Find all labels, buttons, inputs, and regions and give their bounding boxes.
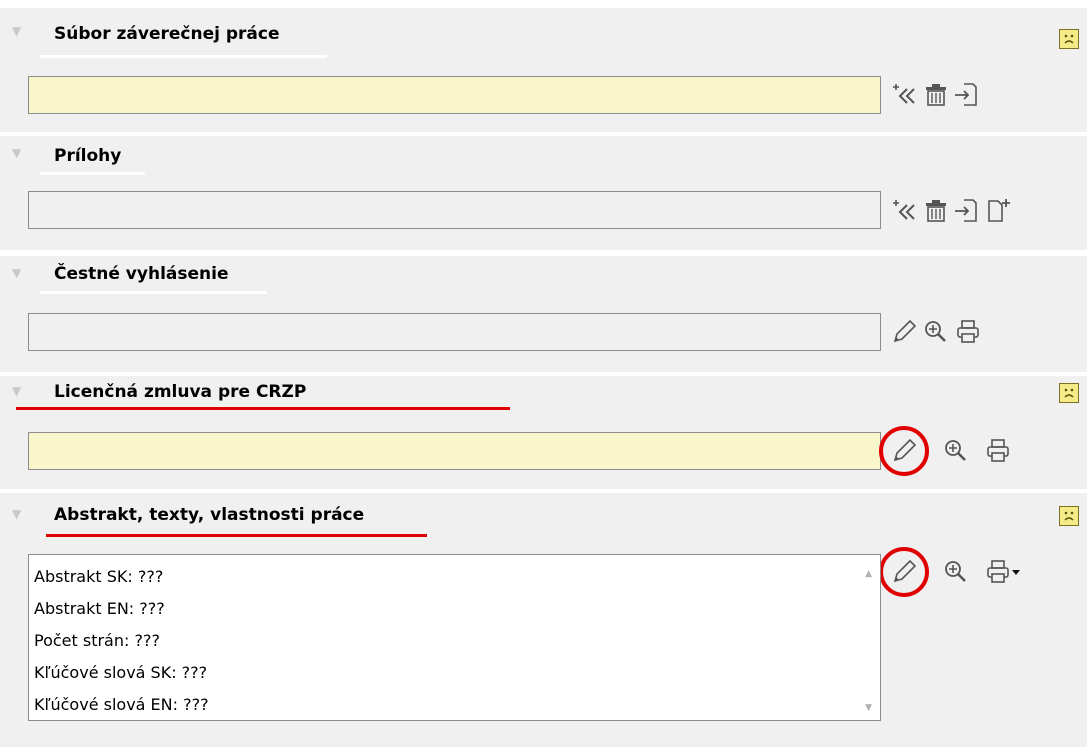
abstract-line: Počet strán: ???: [34, 631, 160, 650]
annotation-underline: [46, 534, 427, 537]
sad-face-icon: [1059, 383, 1079, 403]
section-title: Abstrakt, texty, vlastnosti práce: [54, 505, 365, 525]
abstract-line: Kľúčové slová EN: ???: [34, 695, 209, 714]
section-title: Prílohy: [54, 146, 122, 166]
section-attachments: ▼ Prílohy: [0, 136, 1087, 250]
section-thesis-file: ▼ Súbor záverečnej práce: [0, 8, 1087, 132]
section-title: Čestné vyhlásenie: [54, 264, 229, 284]
zoom-icon[interactable]: [943, 438, 969, 464]
new-file-icon[interactable]: [985, 198, 1011, 224]
delete-icon[interactable]: [923, 198, 949, 224]
abstract-line: Abstrakt EN: ???: [34, 599, 165, 618]
collapse-toggle-icon[interactable]: ▼: [12, 24, 21, 38]
sad-face-icon: [1059, 29, 1079, 49]
import-icon[interactable]: [953, 82, 979, 108]
scroll-up-arrow-icon[interactable]: ▲: [865, 569, 872, 579]
collapse-toggle-icon[interactable]: ▼: [12, 507, 21, 521]
declaration-field[interactable]: [28, 313, 881, 351]
license-field[interactable]: [28, 432, 881, 470]
print-dropdown-icon[interactable]: [985, 559, 1025, 585]
collapse-toggle-icon[interactable]: ▼: [12, 146, 21, 160]
sad-face-icon: [1059, 506, 1079, 526]
section-declaration: ▼ Čestné vyhlásenie: [0, 256, 1087, 372]
import-icon[interactable]: [953, 198, 979, 224]
abstract-line: Abstrakt SK: ???: [34, 567, 164, 586]
scroll-down-arrow-icon[interactable]: ▼: [865, 703, 872, 713]
collapse-toggle-icon[interactable]: ▼: [12, 384, 21, 398]
zoom-icon[interactable]: [943, 559, 969, 585]
section-title: Súbor záverečnej práce: [54, 24, 280, 44]
annotation-circle: [879, 426, 929, 476]
attachments-field[interactable]: [28, 191, 881, 229]
abstract-line: Kľúčové slová SK: ???: [34, 663, 208, 682]
abstract-textarea[interactable]: Abstrakt SK: ??? Abstrakt EN: ??? Počet …: [28, 554, 881, 721]
add-icon[interactable]: [893, 82, 919, 108]
edit-icon[interactable]: [891, 319, 917, 345]
thesis-file-field[interactable]: [28, 76, 881, 114]
section-title: Licenčná zmluva pre CRZP: [54, 382, 307, 402]
print-icon[interactable]: [985, 438, 1011, 464]
annotation-circle: [879, 547, 929, 597]
collapse-toggle-icon[interactable]: ▼: [12, 266, 21, 280]
delete-icon[interactable]: [923, 82, 949, 108]
add-icon[interactable]: [893, 198, 919, 224]
section-license: ▼ Licenčná zmluva pre CRZP: [0, 376, 1087, 489]
title-underline: [40, 291, 267, 294]
annotation-underline: [16, 407, 510, 410]
zoom-icon[interactable]: [923, 319, 949, 345]
title-underline: [40, 172, 145, 175]
print-icon[interactable]: [955, 319, 981, 345]
title-underline: [40, 55, 327, 58]
